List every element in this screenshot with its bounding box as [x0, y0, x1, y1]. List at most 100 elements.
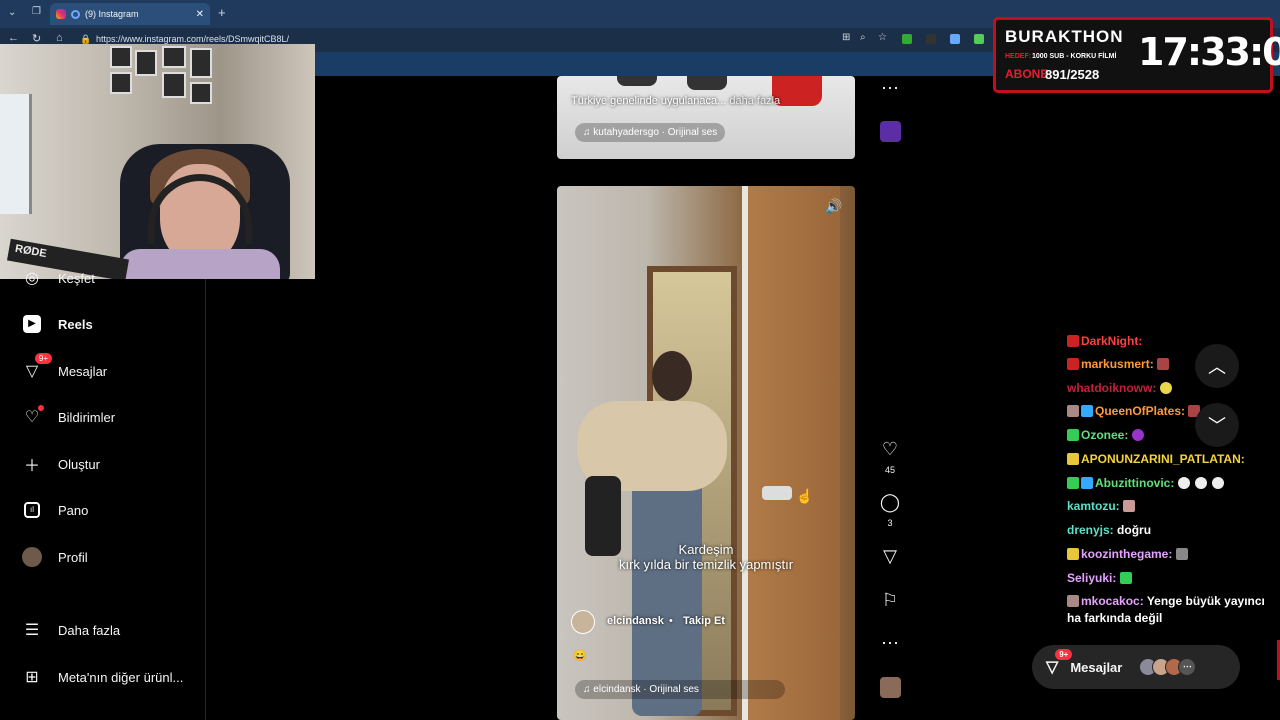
separator-dot: •: [669, 615, 673, 627]
sidebar-item-label: Meta'nın diğer ürünl...: [58, 669, 184, 685]
chat-message: APONUNZARINI_PATLATAN:: [1067, 452, 1245, 466]
chevron-down-icon: ﹀: [1208, 416, 1226, 436]
sidebar-item-dashboard[interactable]: ıl Pano: [22, 500, 88, 520]
audio-thumbnail[interactable]: [880, 121, 901, 142]
comment-icon[interactable]: ◯: [878, 492, 902, 513]
menu-icon: ☰: [24, 622, 40, 639]
chat-message: markusmert:: [1067, 357, 1171, 371]
recording-icon: [71, 9, 80, 19]
sidebar-item-meta-products[interactable]: ⊞ Meta'nın diğer ürünl...: [22, 667, 183, 687]
chat-message: kamtozu:: [1067, 499, 1137, 513]
like-count: 45: [884, 465, 895, 475]
door: [742, 186, 840, 720]
volume-icon[interactable]: 🔊: [825, 198, 842, 215]
avatar[interactable]: [571, 610, 595, 634]
sidebar-item-create[interactable]: ＋ Oluştur: [22, 454, 100, 476]
chat-message: Abuzittinovic:: [1067, 476, 1226, 490]
share-icon[interactable]: ▽: [878, 546, 902, 567]
app-install-icon[interactable]: ⊞: [842, 32, 850, 43]
notification-dot: [38, 405, 44, 411]
chat-message: mkocakoc: Yenge büyük yayıncı: [1067, 594, 1265, 608]
caption-line-2: kırk yılda bir temizlik yapmıştır: [618, 557, 794, 572]
comment-count: 3: [887, 518, 893, 528]
reel-username[interactable]: elcindansk: [607, 615, 664, 627]
photo-frame: [162, 46, 186, 68]
zoom-icon[interactable]: ⌕: [860, 32, 866, 43]
dashboard-icon: ıl: [22, 500, 42, 520]
home-icon[interactable]: ⌂: [56, 32, 63, 44]
messenger-icon: ▽ 9+: [1046, 649, 1073, 677]
chat-message: QueenOfPlates:: [1067, 404, 1202, 418]
chat-message: DarkNight:: [1067, 334, 1142, 348]
sidebar-item-notifications[interactable]: ♡ Bildirimler: [22, 405, 116, 427]
dancer-head: [652, 351, 692, 401]
more-options-icon[interactable]: ⋯: [878, 78, 902, 99]
extension-icon[interactable]: [926, 34, 936, 44]
browser-tab[interactable]: (9) Instagram ✕: [50, 3, 210, 25]
music-note-icon: ♫: [583, 684, 591, 695]
tab-title: (9) Instagram: [85, 9, 139, 19]
audio-thumbnail[interactable]: [880, 677, 901, 698]
back-icon[interactable]: ←: [8, 32, 19, 44]
door-handle: [762, 486, 792, 500]
photo-frame: [110, 46, 132, 68]
sidebar-item-label: Oluştur: [58, 456, 100, 472]
more-icon: ⋯: [1178, 658, 1197, 676]
emoji-icon: 😄: [573, 650, 587, 662]
chat-message: Seliyuki:: [1067, 571, 1134, 585]
webcam-feed: RØDE: [0, 44, 315, 279]
audio-link[interactable]: ♫ elcindansk · Orijinal ses: [575, 680, 785, 699]
instagram-favicon-icon: [56, 9, 66, 19]
sidebar-item-label: Reels: [58, 316, 93, 332]
notification-badge: 9+: [34, 353, 52, 364]
extension-icon[interactable]: [950, 34, 960, 44]
sidebar-item-label: Bildirimler: [58, 409, 116, 425]
sidebar-item-messages[interactable]: ▽ 9+ Mesajlar: [22, 353, 108, 381]
workspaces-icon[interactable]: ❐: [32, 6, 41, 17]
chat-message: Ozonee:: [1067, 428, 1146, 442]
apps-icon: ⊞: [25, 669, 39, 686]
new-tab-icon[interactable]: +: [218, 5, 226, 20]
sidebar-item-profile[interactable]: Profil: [22, 547, 88, 567]
more-options-icon[interactable]: ⋯: [878, 633, 902, 654]
previous-reel-button[interactable]: ︿: [1195, 344, 1239, 388]
messages-button[interactable]: ▽ 9+ Mesajlar ⋯: [1032, 645, 1240, 689]
caption-line-1: Kardeşim: [678, 542, 734, 557]
next-reel-button[interactable]: ﹀: [1195, 403, 1239, 447]
messenger-icon: ▽ 9+: [22, 353, 52, 381]
shoe: [687, 76, 727, 90]
chat-message: drenyjs: doğru: [1067, 523, 1152, 537]
sidebar-item-reels[interactable]: ▶ Reels: [22, 314, 93, 334]
sidebar-item-label: Mesajlar: [58, 363, 108, 379]
extension-icon[interactable]: [902, 34, 912, 44]
more-link[interactable]: daha fazla: [729, 95, 780, 107]
reel-video-previous[interactable]: Türkiye genelinde uygulanaca... daha faz…: [557, 76, 855, 159]
photo-frame: [190, 82, 212, 104]
reel-video[interactable]: 🔊 Kardeşim kırk yılda bir temizlik yapmı…: [557, 186, 855, 720]
tab-list-icon[interactable]: ⌄: [8, 7, 16, 18]
notification-badge: 9+: [1055, 649, 1073, 660]
extension-icon[interactable]: [974, 34, 984, 44]
plus-icon: ＋: [23, 458, 40, 475]
stream-timer: 17:33:06: [1138, 30, 1280, 74]
sidebar-item-explore[interactable]: ◎ Keşfet: [22, 268, 95, 288]
stream-name: BURAKTHON: [1005, 27, 1124, 46]
close-tab-icon[interactable]: ✕: [196, 9, 204, 20]
photo-frame: [110, 72, 132, 94]
bookmark-icon[interactable]: ⚐: [878, 590, 902, 611]
music-note-icon: ♫: [583, 127, 591, 138]
messages-label: Mesajlar: [1070, 659, 1123, 675]
photo-frame: [135, 50, 157, 76]
audio-link[interactable]: ♫ kutahyadersgo · Orijinal ses: [575, 123, 726, 142]
stream-goal-label: HEDEF:: [1005, 53, 1032, 60]
url-field[interactable]: https://www.instagram.com/reels/DSmwqitC…: [96, 34, 289, 44]
reels-icon: ▶: [22, 314, 42, 334]
like-icon[interactable]: ♡: [878, 439, 902, 460]
avatar: [22, 547, 42, 567]
chat-message: whatdoiknoww:: [1067, 381, 1174, 395]
follow-button[interactable]: Takip Et: [683, 615, 725, 627]
sidebar-item-more[interactable]: ☰ Daha fazla: [22, 620, 120, 640]
window: [0, 94, 32, 214]
stream-sub-count: 891/2528: [1045, 67, 1100, 82]
favorite-star-icon[interactable]: ☆: [878, 32, 887, 43]
